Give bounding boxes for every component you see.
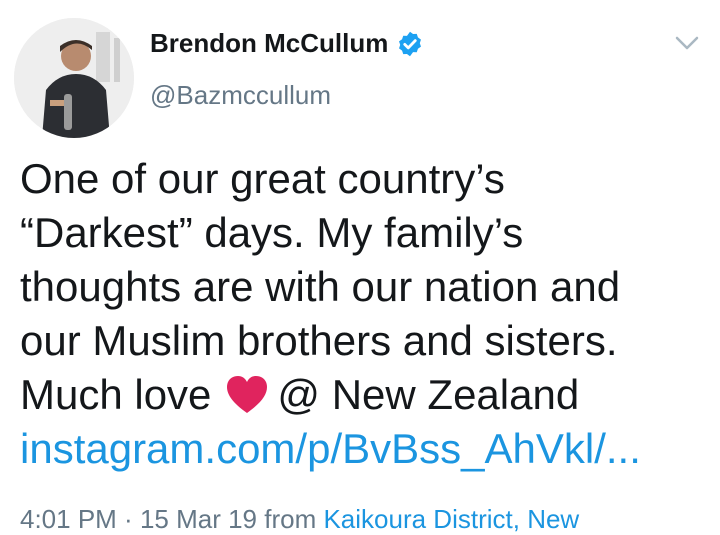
tweet-line: our Muslim brothers and sisters. [20,317,618,364]
chevron-down-icon[interactable] [674,34,700,52]
tweet-text-location: @ New Zealand [277,371,580,418]
tweet-line: One of our great country’s [20,155,505,202]
tweet-link[interactable]: instagram.com/p/BvBss_AhVkl/... [20,422,710,476]
author-handle[interactable]: @Bazmccullum [150,80,331,111]
avatar[interactable] [14,18,134,138]
tweet-date[interactable]: 15 Mar 19 [140,504,257,534]
tweet-location-link[interactable]: Kaikoura District, New [323,504,579,534]
verified-badge-icon [399,31,422,56]
from-label: from [257,504,324,534]
meta-separator: · [116,504,140,534]
avatar-photo [14,18,134,138]
tweet-line: “Darkest” days. My family’s [20,209,524,256]
author-display-name[interactable]: Brendon McCullum [150,28,388,59]
heart-emoji-icon [227,376,268,413]
tweet-time[interactable]: 4:01 PM [20,504,117,534]
author-name-row[interactable]: Brendon McCullum [150,28,424,59]
tweet-line: Much love @ New Zealand [20,368,710,422]
tweet-line: thoughts are with our nation and [20,263,621,310]
tweet-text-much-love: Much love [20,371,212,418]
tweet-meta: 4:01 PM · 15 Mar 19 from Kaikoura Distri… [20,504,579,535]
tweet-text: One of our great country’s “Darkest” day… [20,152,710,476]
